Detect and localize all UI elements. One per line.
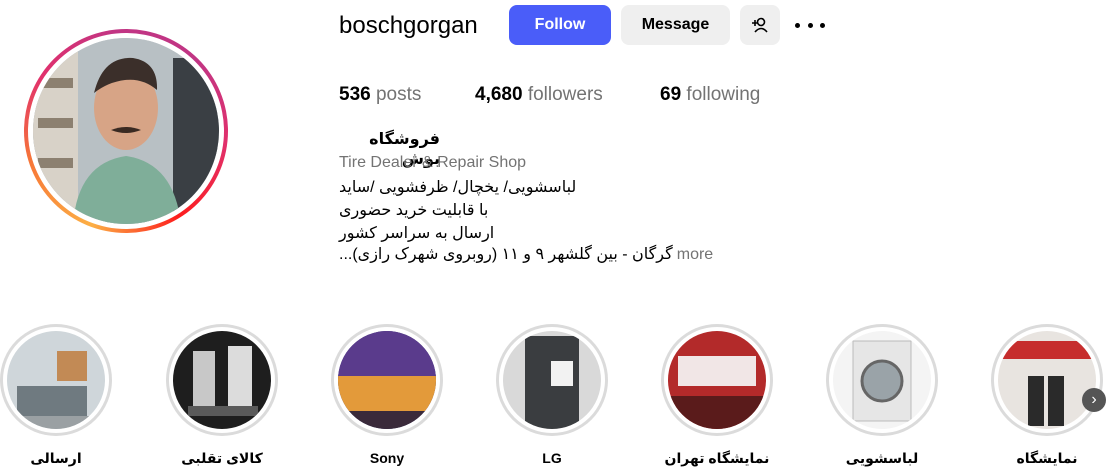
message-button[interactable]: Message — [621, 5, 730, 45]
highlight-label: کالای تقلبی — [181, 450, 263, 466]
follow-button[interactable]: Follow — [509, 5, 611, 45]
highlight-cover — [998, 331, 1096, 429]
posts-label: posts — [375, 84, 422, 105]
highlight-cover — [833, 331, 931, 429]
highlight-cover — [338, 331, 436, 429]
followers-count-value: 4,680 — [475, 84, 523, 105]
bio-line: ارسال به سراسر کشور — [339, 225, 495, 242]
avatar[interactable] — [33, 38, 219, 224]
profile-avatar-ring[interactable] — [24, 29, 228, 233]
highlight-cover — [668, 331, 766, 429]
followers-link[interactable]: 4,680 followers — [475, 83, 603, 107]
highlight-cover — [503, 331, 601, 429]
following-link[interactable]: 69 following — [660, 83, 760, 107]
highlight-label: نمایشگاه — [1016, 450, 1078, 466]
posts-count: 536 posts — [339, 83, 421, 107]
following-count-value: 69 — [660, 84, 682, 105]
highlight-label: LG — [542, 450, 562, 466]
highlight-label: Sony — [369, 450, 405, 466]
following-label: following — [686, 84, 761, 105]
suggested-users-button[interactable] — [740, 5, 780, 45]
highlight-label: لباسشویی — [845, 450, 919, 466]
posts-count-value: 536 — [339, 84, 371, 105]
bio-last-line: گرگان - بین گلشهر ۹ و ۱۱ (روبروی شهرک را… — [339, 244, 713, 266]
highlight-cover — [173, 331, 271, 429]
bio-line: لباسشویی/ یخچال/ ظرفشویی /ساید — [339, 179, 577, 196]
bio-more-link[interactable]: more — [677, 246, 713, 263]
highlight-label: نمایشگاه تهران — [664, 450, 770, 466]
highlight-label: ارسالی — [30, 450, 82, 466]
person-add-icon — [752, 17, 768, 33]
chevron-right-icon[interactable]: › — [1082, 388, 1106, 412]
avatar-photo — [33, 38, 219, 224]
bio-line: با قابلیت خرید حضوری — [339, 202, 489, 219]
bio-line: گرگان - بین گلشهر ۹ و ۱۱ (روبروی شهرک را… — [339, 246, 673, 263]
profile-username: boschgorgan — [339, 12, 478, 39]
highlight-cover — [7, 331, 105, 429]
more-horizontal-icon[interactable] — [795, 15, 825, 35]
profile-category: Tire Dealer & Repair Shop — [339, 154, 527, 171]
followers-label: followers — [527, 84, 603, 105]
